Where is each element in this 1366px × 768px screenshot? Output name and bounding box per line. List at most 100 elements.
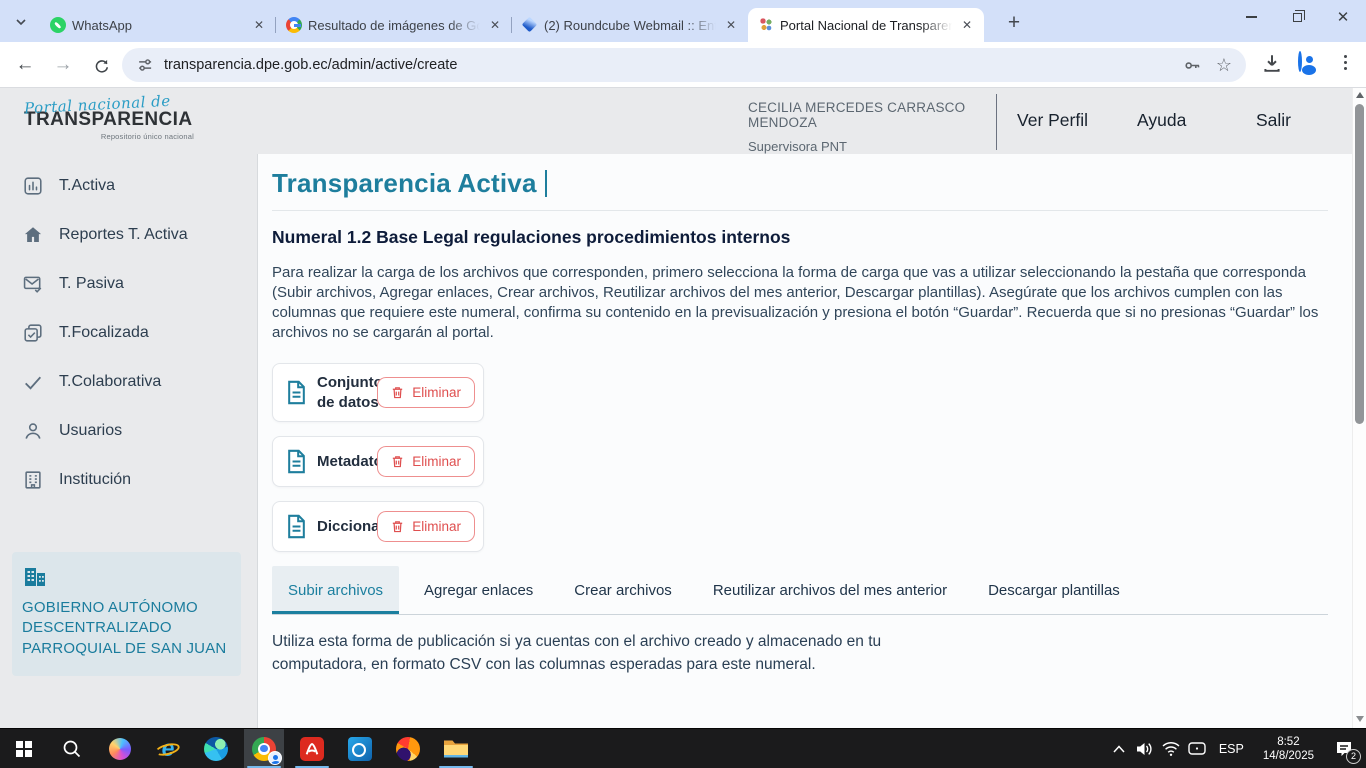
tray-volume-button[interactable] xyxy=(1132,729,1158,768)
new-tab-button[interactable]: + xyxy=(1000,9,1028,37)
browser-tab-whatsapp[interactable]: WhatsApp ✕ xyxy=(40,8,276,42)
eliminar-label: Eliminar xyxy=(412,519,461,534)
restore-icon xyxy=(1293,13,1302,22)
document-icon xyxy=(284,448,309,475)
title-divider xyxy=(272,210,1328,211)
tab-agregar-enlaces[interactable]: Agregar enlaces xyxy=(408,566,549,614)
chrome-profile-badge-icon xyxy=(268,751,282,765)
user-info: CECILIA MERCEDES CARRASCO MENDOZA Superv… xyxy=(748,100,994,154)
eliminar-button[interactable]: Eliminar xyxy=(377,446,475,477)
url-text[interactable]: transparencia.dpe.gob.ec/admin/active/cr… xyxy=(164,57,1169,73)
taskbar-clock[interactable]: 8:52 14/8/2025 xyxy=(1253,735,1324,763)
building-icon xyxy=(22,469,44,491)
browser-tab-roundcube[interactable]: (2) Roundcube Webmail :: Entra ✕ xyxy=(512,8,748,42)
home-icon xyxy=(22,224,44,246)
tray-chevron-up-button[interactable] xyxy=(1106,729,1132,768)
profile-button[interactable] xyxy=(1298,53,1302,71)
trash-icon xyxy=(391,385,404,400)
taskbar-edge-button[interactable] xyxy=(196,729,236,768)
tab-title: (2) Roundcube Webmail :: Entra xyxy=(544,18,716,33)
tray-wifi-button[interactable] xyxy=(1158,729,1184,768)
bookmark-star-icon[interactable]: ☆ xyxy=(1216,55,1232,76)
sidebar-item-t-colaborativa[interactable]: T.Colaborativa xyxy=(0,357,257,406)
portal-logo: Portal nacional de TRANSPARENCIA Reposit… xyxy=(24,95,194,141)
chevron-up-icon xyxy=(1112,744,1126,754)
page-scrollbar[interactable] xyxy=(1352,88,1366,728)
main-content: Transparencia Activa Numeral 1.2 Base Le… xyxy=(259,154,1352,728)
window-close-button[interactable]: ✕ xyxy=(1320,0,1366,34)
eliminar-label: Eliminar xyxy=(412,454,461,469)
forward-button: → xyxy=(48,50,78,80)
tab-title: Resultado de imágenes de Goo xyxy=(308,18,480,33)
logo-tagline: Repositorio único nacional xyxy=(24,132,194,141)
institution-card[interactable]: GOBIERNO AUTÓNOMO DESCENTRALIZADO PARROQ… xyxy=(12,552,241,676)
edge-icon xyxy=(204,737,228,761)
intro-paragraph: Para realizar la carga de los archivos q… xyxy=(272,263,1322,343)
taskbar-firefox-button[interactable] xyxy=(388,729,428,768)
windows-logo-icon xyxy=(16,741,32,757)
tab-subir-archivos[interactable]: Subir archivos xyxy=(272,566,399,614)
taskbar-acrobat-button[interactable] xyxy=(292,729,332,768)
taskbar-copilot-button[interactable] xyxy=(100,729,140,768)
sidebar-item-institucion[interactable]: Institución xyxy=(0,455,257,504)
reload-button[interactable] xyxy=(86,50,116,80)
document-icon xyxy=(284,379,309,406)
sidebar-item-usuarios[interactable]: Usuarios xyxy=(0,406,257,455)
language-indicator[interactable]: ESP xyxy=(1210,742,1253,756)
tab-title: WhatsApp xyxy=(72,18,244,33)
window-restore-button[interactable] xyxy=(1274,0,1320,34)
downloads-button[interactable] xyxy=(1261,52,1283,74)
tab-close-icon[interactable]: ✕ xyxy=(250,16,268,34)
browser-menu-button[interactable] xyxy=(1344,55,1347,70)
sidebar-item-t-activa[interactable]: T.Activa xyxy=(0,161,257,210)
back-button[interactable]: ← xyxy=(10,50,40,80)
nav-ayuda[interactable]: Ayuda xyxy=(1137,110,1186,131)
sidebar-item-t-pasiva[interactable]: T. Pasiva xyxy=(0,259,257,308)
tab-search-button[interactable] xyxy=(8,10,34,34)
scrollbar-thumb[interactable] xyxy=(1355,104,1364,424)
sidebar-item-reportes-t-activa[interactable]: Reportes T. Activa xyxy=(0,210,257,259)
taskbar-outlook-button[interactable] xyxy=(340,729,380,768)
eliminar-button[interactable]: Eliminar xyxy=(377,377,475,408)
taskbar: e ESP 8:52 14/8/2025 xyxy=(0,728,1366,768)
search-icon xyxy=(61,738,83,760)
nav-salir[interactable]: Salir xyxy=(1256,110,1291,131)
tab-reutilizar-archivos[interactable]: Reutilizar archivos del mes anterior xyxy=(697,566,963,614)
tab-descargar-plantillas[interactable]: Descargar plantillas xyxy=(972,566,1136,614)
minimize-icon xyxy=(1246,16,1257,18)
password-key-icon[interactable] xyxy=(1183,56,1202,75)
nav-ver-perfil[interactable]: Ver Perfil xyxy=(1017,110,1088,131)
tab-close-icon[interactable]: ✕ xyxy=(486,16,504,34)
tab-close-icon[interactable]: ✕ xyxy=(958,16,976,34)
outlook-icon xyxy=(348,737,372,761)
firefox-icon xyxy=(396,737,420,761)
browser-tab-google-images[interactable]: Resultado de imágenes de Goo ✕ xyxy=(276,8,512,42)
file-label: Conjunto de datos xyxy=(317,373,381,412)
notification-center-button[interactable]: 2 xyxy=(1324,729,1364,768)
tab-close-icon[interactable]: ✕ xyxy=(722,16,740,34)
user-icon xyxy=(22,420,44,442)
window-minimize-button[interactable] xyxy=(1228,0,1274,34)
start-button[interactable] xyxy=(4,729,44,768)
sidebar-item-label: T. Pasiva xyxy=(59,275,124,293)
scrollbar-up-arrow[interactable] xyxy=(1356,92,1364,98)
copilot-icon xyxy=(109,738,131,760)
sidebar-item-label: Reportes T. Activa xyxy=(59,226,188,244)
sidebar-item-t-focalizada[interactable]: T.Focalizada xyxy=(0,308,257,357)
sidebar-item-label: Institución xyxy=(59,471,131,489)
address-bar[interactable]: transparencia.dpe.gob.ec/admin/active/cr… xyxy=(122,48,1246,82)
numeral-heading: Numeral 1.2 Base Legal regulaciones proc… xyxy=(272,227,1328,248)
tab-crear-archivos[interactable]: Crear archivos xyxy=(558,566,688,614)
taskbar-internet-explorer-button[interactable]: e xyxy=(148,729,188,768)
acrobat-icon xyxy=(300,737,324,761)
eliminar-button[interactable]: Eliminar xyxy=(377,511,475,542)
taskbar-chrome-button[interactable] xyxy=(244,729,284,768)
browser-tab-portal-active[interactable]: Portal Nacional de Transparenci ✕ xyxy=(748,8,984,42)
tray-cast-button[interactable] xyxy=(1184,729,1210,768)
sidebar-item-label: T.Focalizada xyxy=(59,324,149,342)
taskbar-file-explorer-button[interactable] xyxy=(436,729,476,768)
taskbar-search-button[interactable] xyxy=(52,729,92,768)
user-role: Supervisora PNT xyxy=(748,139,994,154)
user-name: CECILIA MERCEDES CARRASCO MENDOZA xyxy=(748,100,994,130)
scrollbar-down-arrow[interactable] xyxy=(1356,716,1364,722)
